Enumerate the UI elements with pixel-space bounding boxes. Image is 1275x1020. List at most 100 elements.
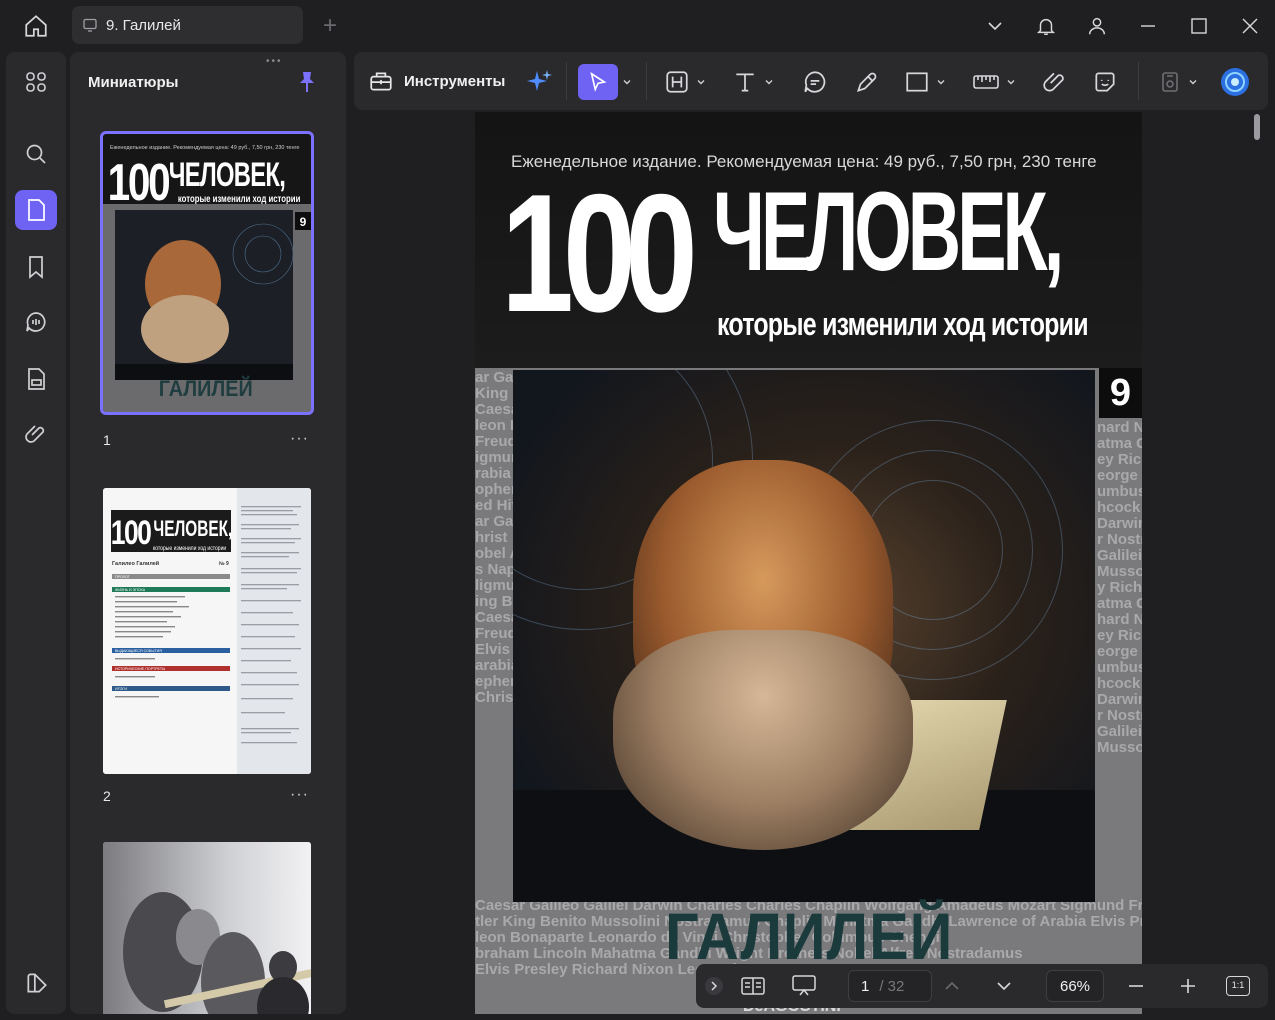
total-pages: / 32	[879, 977, 905, 995]
chevron-down-icon	[697, 80, 705, 85]
thumbnail-more-button[interactable]: ···	[290, 786, 309, 804]
measure-tool[interactable]	[972, 64, 1016, 100]
maximize-button[interactable]	[1173, 0, 1224, 52]
names-text-line: nard Ni	[1097, 419, 1142, 436]
bookmark-icon	[29, 256, 43, 279]
cover-subtitle: которые изменили ход истории	[717, 306, 1089, 342]
attachment-icon	[25, 425, 45, 443]
shape-tool[interactable]	[904, 64, 946, 100]
home-button[interactable]	[16, 8, 56, 44]
presentation-icon	[792, 975, 816, 996]
minimize-button[interactable]	[1122, 0, 1173, 52]
forms-button[interactable]	[15, 359, 57, 399]
close-button[interactable]	[1224, 0, 1275, 52]
names-text-line: hcock C	[1097, 675, 1142, 692]
comment-tool[interactable]	[802, 64, 828, 100]
thumbnail-page-number: 2	[103, 788, 111, 804]
chevron-down-icon	[1007, 80, 1015, 85]
thumbnail-more-button[interactable]: ···	[290, 430, 309, 448]
svg-text:которые изменили ход истории: которые изменили ход истории	[153, 546, 226, 553]
comments-button[interactable]	[15, 302, 57, 342]
svg-text:Галилео Галилей: Галилео Галилей	[112, 560, 159, 567]
cursor-icon	[590, 71, 607, 92]
highlight-tool[interactable]	[664, 64, 706, 100]
attachments-button[interactable]	[15, 414, 57, 454]
ai-logo-icon	[1221, 68, 1249, 96]
names-text-line: ar Gal	[475, 513, 518, 530]
pen-tool[interactable]	[854, 64, 880, 100]
chevron-up-icon	[945, 981, 959, 990]
names-text-line: Elvis P	[475, 641, 525, 658]
zoom-out-button[interactable]	[1124, 970, 1148, 1002]
current-page-input[interactable]: 1	[861, 978, 869, 995]
account-button[interactable]	[1071, 0, 1122, 52]
svg-text:№ 9: № 9	[219, 561, 229, 567]
bell-icon	[1036, 18, 1055, 35]
presentation-button[interactable]	[788, 970, 820, 1002]
actual-size-button[interactable]: 1:1	[1224, 970, 1252, 1002]
next-page-button[interactable]	[992, 970, 1016, 1002]
thumb1-name: ГАЛИЛЕЙ	[159, 376, 253, 401]
collapse-bar-button[interactable]	[704, 970, 724, 1002]
names-text-line: Freud	[475, 625, 517, 642]
chevron-down-icon	[937, 80, 945, 85]
cover-person-name: ГАЛИЛЕЙ	[665, 899, 954, 973]
save-icon	[1162, 72, 1178, 92]
dropdown-button[interactable]	[969, 0, 1020, 52]
apps-icon	[26, 72, 46, 92]
names-text-line: Darwin	[1097, 515, 1142, 532]
close-icon	[1242, 18, 1257, 34]
thumbnails-button[interactable]	[15, 190, 57, 230]
tools-menu-button[interactable]: Инструменты	[368, 66, 505, 96]
select-tool[interactable]	[578, 64, 618, 100]
names-text-line: ed Hit	[475, 497, 517, 514]
panel-grip[interactable]: •••	[266, 56, 283, 67]
document-viewer[interactable]: Еженедельное издание. Рекомендуемая цена…	[354, 112, 1268, 1014]
names-text-line: Darwin	[1097, 691, 1142, 708]
vertical-scrollbar[interactable]	[1254, 114, 1260, 140]
notifications-button[interactable]	[1020, 0, 1071, 52]
toolbox-icon	[370, 72, 392, 91]
attach-tool[interactable]	[1042, 64, 1068, 100]
thumbnails-panel: ••• Миниатюры 9 Еженедельное издание. Ре…	[70, 52, 346, 1014]
thumbnail-page-3[interactable]	[103, 842, 311, 1014]
zoom-level[interactable]: 66%	[1046, 970, 1104, 1002]
ruler-icon	[973, 75, 999, 89]
page-layout-button[interactable]	[738, 970, 768, 1002]
thumbnail-page-2[interactable]: 100 ЧЕЛОВЕК, которые изменили ход истори…	[103, 488, 311, 774]
save-tool[interactable]	[1158, 64, 1198, 100]
page-icon	[28, 199, 45, 221]
ai-chat-button[interactable]	[1220, 64, 1250, 100]
new-tab-button[interactable]: +	[318, 12, 342, 40]
names-text-line: hard Ni	[1097, 611, 1142, 628]
text-tool[interactable]	[732, 64, 774, 100]
user-icon	[1088, 17, 1105, 35]
theme-button[interactable]	[24, 970, 50, 996]
names-text-line: Galilei	[1097, 547, 1142, 564]
names-text-line: r Nostra	[1097, 531, 1142, 548]
pin-button[interactable]	[296, 70, 318, 94]
pdf-reader-app: 9. Галилей + ••• Миниатюры 9 Еженедельно…	[0, 0, 1275, 1020]
sticker-tool[interactable]	[1092, 64, 1118, 100]
document-tab-title: 9. Галилей	[106, 16, 181, 34]
document-tab-icon	[83, 18, 97, 32]
previous-page-button[interactable]	[940, 970, 964, 1002]
bookmarks-button[interactable]	[15, 247, 57, 287]
galileo-portrait	[513, 370, 1095, 902]
select-tool-dropdown[interactable]	[622, 64, 632, 100]
zoom-in-button[interactable]	[1176, 970, 1200, 1002]
names-text-line: Freud	[475, 433, 517, 450]
pen-icon	[856, 72, 877, 93]
panel-title: Миниатюры	[88, 74, 179, 91]
cover-big-number: 100	[501, 159, 698, 347]
names-text-line: Galilei	[1097, 723, 1142, 740]
svg-text:ИСТОРИЧЕСКИЕ ПОРТРЕТЫ: ИСТОРИЧЕСКИЕ ПОРТРЕТЫ	[115, 667, 165, 671]
names-text-line: Caesa	[475, 609, 520, 626]
apps-button[interactable]	[15, 62, 57, 102]
thumbnail-page-1[interactable]: 9 Еженедельное издание. Рекомендуемая це…	[100, 131, 314, 415]
document-tab[interactable]: 9. Галилей	[72, 6, 303, 44]
search-button[interactable]	[15, 134, 57, 174]
plus-icon	[1181, 979, 1195, 993]
thumbnail-page-number: 1	[103, 432, 111, 448]
ai-assistant-button[interactable]	[526, 68, 554, 101]
